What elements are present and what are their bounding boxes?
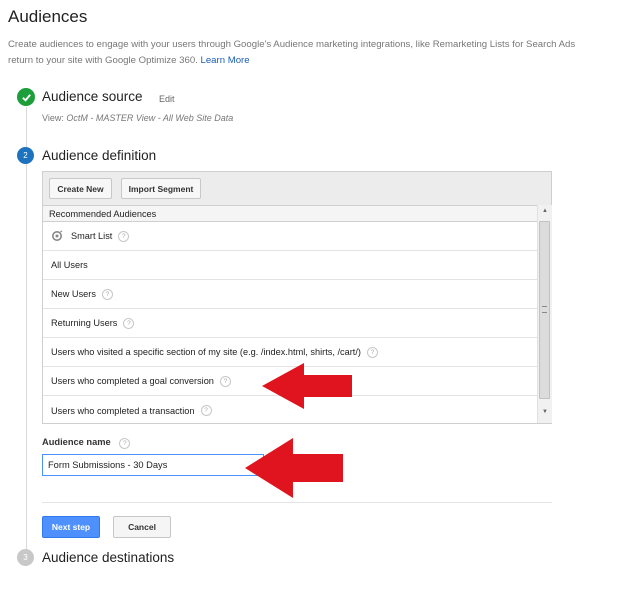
step-audience-destinations-title: Audience destinations xyxy=(42,550,175,565)
audience-name-input[interactable]: Form Submissions - 30 Days xyxy=(42,454,264,476)
cancel-button[interactable]: Cancel xyxy=(113,516,171,538)
page-title: Audiences xyxy=(8,7,88,26)
recommended-audiences-header: Recommended Audiences xyxy=(43,205,537,222)
audience-item-label: All Users xyxy=(51,260,88,270)
audience-item-new-users[interactable]: New Users ? xyxy=(43,280,537,309)
scrollbar-thumb[interactable] xyxy=(539,221,550,399)
audience-item-label: Users who visited a specific section of … xyxy=(51,347,361,357)
step-complete-check-icon xyxy=(17,88,35,106)
smart-list-icon xyxy=(52,230,63,241)
next-step-button[interactable]: Next step xyxy=(42,516,100,538)
step-audience-source-title: Audience source xyxy=(42,89,143,104)
divider xyxy=(42,502,552,503)
list-scrollbar[interactable]: ▲ ▼ xyxy=(537,205,552,423)
annotation-arrow-icon xyxy=(262,363,352,409)
view-value: OctM - MASTER View - All Web Site Data xyxy=(66,113,234,123)
audience-item-returning-users[interactable]: Returning Users ? xyxy=(43,309,537,338)
grip-icon xyxy=(542,306,547,313)
list-toolbar: Create New Import Segment xyxy=(43,172,551,205)
step-3-badge: 3 xyxy=(17,549,34,566)
edit-source-link[interactable]: Edit xyxy=(159,94,175,104)
audience-item-label: Smart List xyxy=(71,231,113,241)
scroll-up-arrow-icon[interactable]: ▲ xyxy=(540,208,550,214)
steps-connector-line xyxy=(26,164,27,550)
help-icon[interactable]: ? xyxy=(101,288,113,300)
audience-name-label-text: Audience name xyxy=(42,437,111,447)
help-icon[interactable]: ? xyxy=(123,317,135,329)
audience-item-label: New Users xyxy=(51,289,96,299)
help-icon[interactable]: ? xyxy=(200,405,212,416)
help-icon[interactable]: ? xyxy=(118,230,130,242)
audience-item-label: Users who completed a transaction xyxy=(51,405,195,416)
view-label: View: xyxy=(42,113,64,123)
annotation-arrow-icon xyxy=(245,438,343,498)
audience-name-label: Audience name ? xyxy=(42,437,131,449)
help-icon[interactable]: ? xyxy=(119,438,131,449)
step-audience-definition-title: Audience definition xyxy=(42,148,157,163)
scroll-down-arrow-icon[interactable]: ▼ xyxy=(540,409,550,415)
help-icon[interactable]: ? xyxy=(366,346,378,358)
steps-connector-line xyxy=(26,107,27,147)
audience-item-smart-list[interactable]: Smart List ? xyxy=(43,222,537,251)
import-segment-button[interactable]: Import Segment xyxy=(121,178,201,199)
help-icon[interactable]: ? xyxy=(219,375,231,387)
view-info: View: OctM - MASTER View - All Web Site … xyxy=(42,113,233,123)
audience-item-all-users[interactable]: All Users xyxy=(43,251,537,280)
audience-item-label: Users who completed a goal conversion xyxy=(51,376,214,386)
learn-more-link[interactable]: Learn More xyxy=(201,55,250,66)
audience-item-label: Returning Users xyxy=(51,318,118,328)
description-text-line2: return to your site with Google Optimize… xyxy=(8,55,198,66)
description-text: Create audiences to engage with your use… xyxy=(8,39,576,50)
create-new-button[interactable]: Create New xyxy=(49,178,112,199)
page-description: Create audiences to engage with your use… xyxy=(8,37,623,69)
step-2-badge: 2 xyxy=(17,147,34,164)
